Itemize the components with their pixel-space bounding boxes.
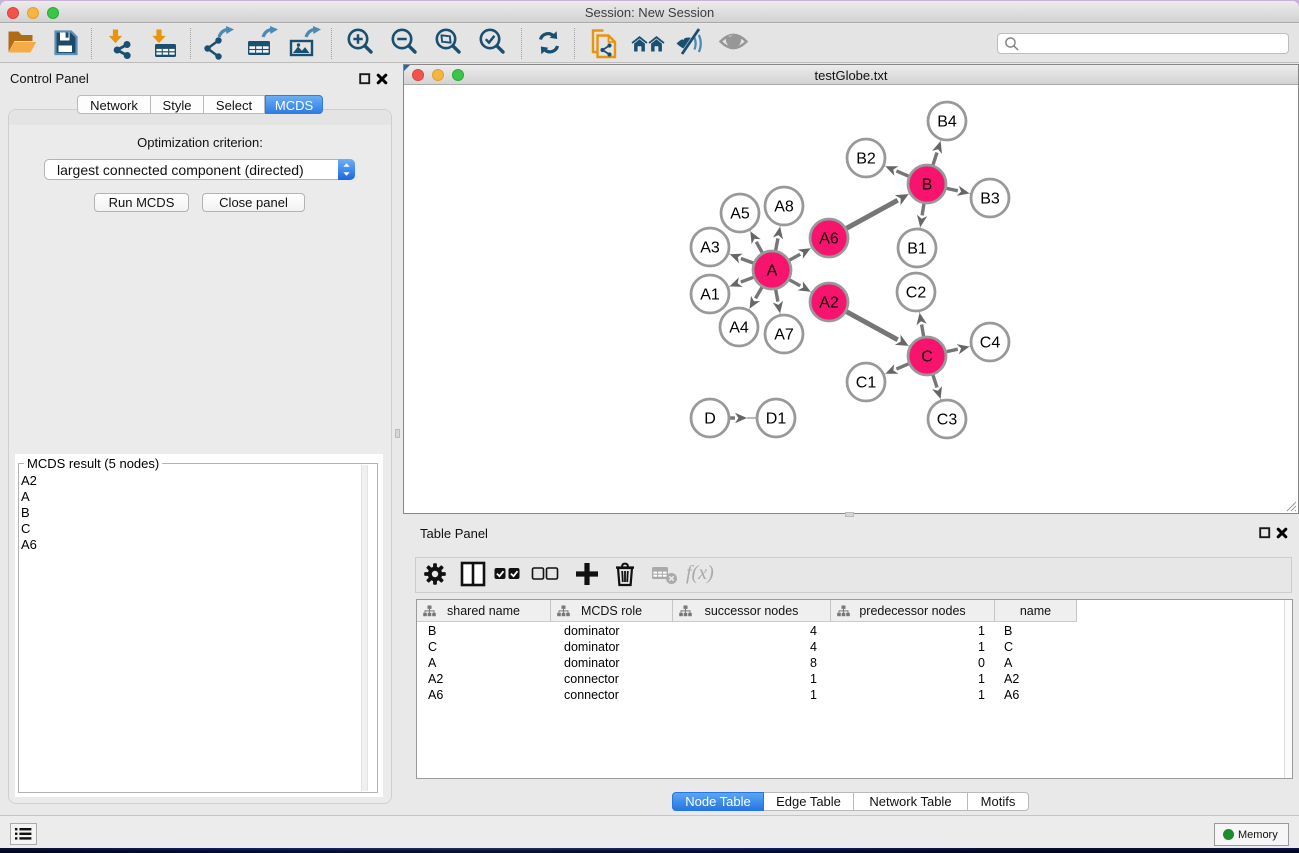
svg-text:D: D xyxy=(704,411,716,428)
svg-text:B4: B4 xyxy=(937,114,957,131)
svg-text:A: A xyxy=(767,263,778,280)
svg-text:B3: B3 xyxy=(980,191,1000,208)
svg-text:A5: A5 xyxy=(730,206,750,223)
svg-text:A2: A2 xyxy=(819,295,839,312)
svg-text:B1: B1 xyxy=(907,241,927,258)
svg-text:C1: C1 xyxy=(856,375,877,392)
svg-text:B2: B2 xyxy=(856,151,876,168)
svg-text:B: B xyxy=(922,177,933,194)
svg-text:A7: A7 xyxy=(774,327,794,344)
svg-text:A6: A6 xyxy=(819,231,839,248)
svg-text:A3: A3 xyxy=(700,240,720,257)
svg-text:C: C xyxy=(921,349,933,366)
svg-text:A4: A4 xyxy=(729,320,749,337)
svg-text:C4: C4 xyxy=(980,335,1001,352)
svg-text:A8: A8 xyxy=(774,199,794,216)
svg-text:A1: A1 xyxy=(700,287,720,304)
svg-text:C2: C2 xyxy=(906,285,927,302)
svg-text:D1: D1 xyxy=(766,411,787,428)
svg-text:C3: C3 xyxy=(937,412,958,429)
